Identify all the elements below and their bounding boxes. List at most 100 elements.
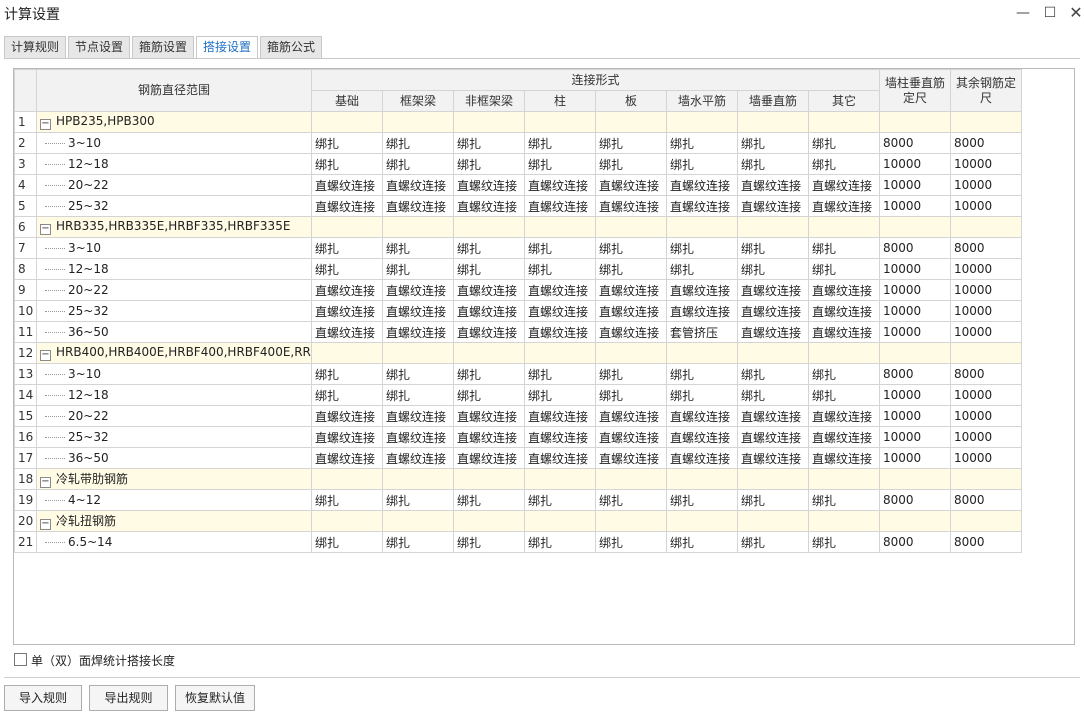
connection-cell[interactable]: 直螺纹连接 bbox=[807, 405, 881, 427]
length-cell[interactable]: 10000 bbox=[950, 321, 1023, 343]
connection-cell[interactable]: 直螺纹连接 bbox=[524, 426, 596, 448]
connection-cell[interactable]: 直螺纹连接 bbox=[453, 426, 525, 448]
connection-cell[interactable]: 绑扎 bbox=[311, 237, 383, 259]
connection-cell[interactable] bbox=[807, 510, 881, 532]
length-cell[interactable] bbox=[950, 216, 1023, 238]
connection-cell[interactable]: 直螺纹连接 bbox=[382, 174, 454, 196]
connection-cell[interactable]: 绑扎 bbox=[453, 384, 525, 406]
connection-cell[interactable] bbox=[311, 342, 383, 364]
connection-cell[interactable] bbox=[807, 216, 881, 238]
connection-cell[interactable]: 绑扎 bbox=[524, 489, 596, 511]
length-cell[interactable]: 8000 bbox=[950, 237, 1023, 259]
group-name-cell[interactable]: − HRB335,HRB335E,HRBF335,HRBF335E bbox=[36, 216, 312, 238]
connection-cell[interactable]: 绑扎 bbox=[737, 489, 809, 511]
connection-cell[interactable] bbox=[807, 468, 881, 490]
connection-cell[interactable]: 绑扎 bbox=[807, 384, 881, 406]
connection-cell[interactable]: 绑扎 bbox=[595, 258, 667, 280]
connection-cell[interactable] bbox=[807, 111, 881, 133]
length-cell[interactable]: 10000 bbox=[950, 279, 1023, 301]
group-row[interactable]: 18− 冷轧带肋钢筋 bbox=[14, 468, 1023, 490]
maximize-icon[interactable]: ☐ bbox=[1037, 2, 1063, 24]
connection-cell[interactable]: 绑扎 bbox=[524, 153, 596, 175]
tab-node-settings[interactable]: 节点设置 bbox=[68, 36, 130, 59]
connection-cell[interactable]: 绑扎 bbox=[737, 258, 809, 280]
diameter-range-cell[interactable]: 3~10 bbox=[36, 132, 312, 154]
connection-cell[interactable]: 绑扎 bbox=[311, 489, 383, 511]
connection-cell[interactable]: 绑扎 bbox=[311, 384, 383, 406]
group-name-cell[interactable]: − 冷轧扭钢筋 bbox=[36, 510, 312, 532]
connection-cell[interactable]: 绑扎 bbox=[453, 489, 525, 511]
connection-cell[interactable]: 绑扎 bbox=[666, 363, 738, 385]
connection-cell[interactable] bbox=[737, 468, 809, 490]
connection-cell[interactable]: 绑扎 bbox=[524, 531, 596, 553]
connection-cell[interactable]: 绑扎 bbox=[311, 258, 383, 280]
collapse-icon[interactable]: − bbox=[40, 350, 51, 361]
group-row[interactable]: 1− HPB235,HPB300 bbox=[14, 111, 1023, 133]
diameter-range-cell[interactable]: 3~10 bbox=[36, 363, 312, 385]
table-row[interactable]: 4 20~22 直螺纹连接 直螺纹连接 直螺纹连接 直螺纹连接 直螺纹连接 直螺纹连接 直螺纹连… bbox=[14, 174, 1023, 196]
length-cell[interactable]: 10000 bbox=[950, 405, 1023, 427]
connection-cell[interactable]: 直螺纹连接 bbox=[382, 426, 454, 448]
diameter-range-cell[interactable]: 20~22 bbox=[36, 405, 312, 427]
diameter-range-cell[interactable]: 12~18 bbox=[36, 258, 312, 280]
group-name-cell[interactable]: − HRB400,HRB400E,HRBF400,HRBF400E,RR... bbox=[36, 342, 312, 364]
length-cell[interactable]: 10000 bbox=[879, 195, 952, 217]
length-cell[interactable]: 8000 bbox=[879, 363, 952, 385]
tab-lap-settings[interactable]: 搭接设置 bbox=[196, 36, 258, 59]
connection-cell[interactable] bbox=[595, 468, 667, 490]
connection-cell[interactable]: 直螺纹连接 bbox=[453, 174, 525, 196]
connection-cell[interactable]: 直螺纹连接 bbox=[595, 300, 667, 322]
length-cell[interactable] bbox=[879, 342, 952, 364]
table-row[interactable]: 11 36~50 直螺纹连接 直螺纹连接 直螺纹连接 直螺纹连接 直螺纹连接 套管挤压 直螺纹连… bbox=[14, 321, 1023, 343]
diameter-range-cell[interactable]: 12~18 bbox=[36, 384, 312, 406]
connection-cell[interactable]: 绑扎 bbox=[666, 489, 738, 511]
connection-cell[interactable] bbox=[666, 111, 738, 133]
table-row[interactable]: 16 25~32 直螺纹连接 直螺纹连接 直螺纹连接 直螺纹连接 直螺纹连接 直螺纹连接 直螺纹… bbox=[14, 426, 1023, 448]
connection-cell[interactable]: 直螺纹连接 bbox=[453, 321, 525, 343]
connection-cell[interactable]: 绑扎 bbox=[595, 363, 667, 385]
connection-cell[interactable]: 直螺纹连接 bbox=[666, 300, 738, 322]
connection-cell[interactable] bbox=[311, 216, 383, 238]
connection-cell[interactable]: 直螺纹连接 bbox=[595, 447, 667, 469]
connection-cell[interactable]: 绑扎 bbox=[311, 531, 383, 553]
connection-cell[interactable]: 直螺纹连接 bbox=[524, 447, 596, 469]
connection-cell[interactable]: 绑扎 bbox=[807, 153, 881, 175]
connection-cell[interactable]: 绑扎 bbox=[666, 384, 738, 406]
length-cell[interactable]: 10000 bbox=[950, 174, 1023, 196]
connection-cell[interactable] bbox=[595, 111, 667, 133]
connection-cell[interactable]: 直螺纹连接 bbox=[595, 321, 667, 343]
connection-cell[interactable]: 绑扎 bbox=[453, 132, 525, 154]
connection-cell[interactable]: 套管挤压 bbox=[666, 321, 738, 343]
connection-cell[interactable]: 绑扎 bbox=[595, 531, 667, 553]
connection-cell[interactable]: 绑扎 bbox=[453, 258, 525, 280]
connection-cell[interactable] bbox=[737, 510, 809, 532]
length-cell[interactable]: 10000 bbox=[879, 153, 952, 175]
length-cell[interactable]: 8000 bbox=[879, 132, 952, 154]
connection-cell[interactable]: 绑扎 bbox=[382, 153, 454, 175]
connection-cell[interactable]: 绑扎 bbox=[807, 237, 881, 259]
length-cell[interactable]: 10000 bbox=[879, 300, 952, 322]
connection-cell[interactable]: 绑扎 bbox=[382, 363, 454, 385]
connection-cell[interactable]: 直螺纹连接 bbox=[807, 321, 881, 343]
length-cell[interactable] bbox=[879, 111, 952, 133]
connection-cell[interactable] bbox=[524, 216, 596, 238]
length-cell[interactable]: 10000 bbox=[879, 384, 952, 406]
connection-cell[interactable] bbox=[595, 510, 667, 532]
connection-cell[interactable] bbox=[666, 216, 738, 238]
connection-cell[interactable]: 绑扎 bbox=[524, 258, 596, 280]
diameter-range-cell[interactable]: 4~12 bbox=[36, 489, 312, 511]
connection-cell[interactable] bbox=[453, 111, 525, 133]
connection-cell[interactable]: 绑扎 bbox=[524, 132, 596, 154]
connection-cell[interactable]: 绑扎 bbox=[737, 132, 809, 154]
connection-cell[interactable]: 直螺纹连接 bbox=[595, 195, 667, 217]
table-row[interactable]: 19 4~12 绑扎 绑扎 绑扎 绑扎 绑扎 绑扎 绑扎 绑扎 8000 8000 bbox=[14, 489, 1023, 511]
diameter-range-cell[interactable]: 3~10 bbox=[36, 237, 312, 259]
connection-cell[interactable]: 绑扎 bbox=[807, 258, 881, 280]
connection-cell[interactable]: 绑扎 bbox=[666, 153, 738, 175]
length-cell[interactable]: 8000 bbox=[950, 531, 1023, 553]
connection-cell[interactable]: 绑扎 bbox=[595, 132, 667, 154]
connection-cell[interactable] bbox=[524, 510, 596, 532]
collapse-icon[interactable]: − bbox=[40, 119, 51, 130]
connection-cell[interactable]: 绑扎 bbox=[807, 363, 881, 385]
tab-calc-rules[interactable]: 计算规则 bbox=[4, 36, 66, 59]
